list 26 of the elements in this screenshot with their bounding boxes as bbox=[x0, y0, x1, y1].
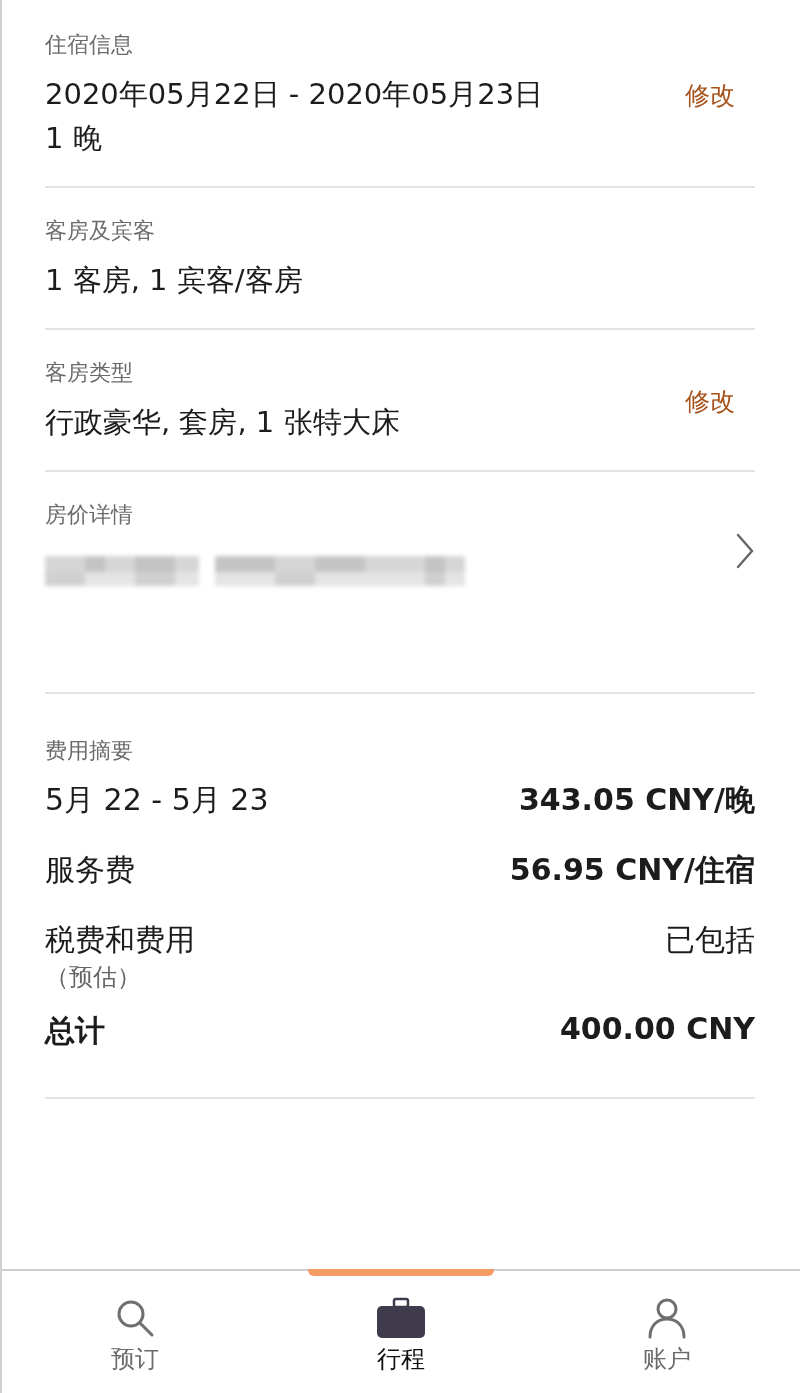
person-icon bbox=[646, 1297, 688, 1339]
chevron-right-icon[interactable] bbox=[735, 533, 755, 569]
nav-tab[interactable]: 账户 bbox=[534, 1271, 800, 1393]
nav-tab[interactable]: 预订 bbox=[2, 1271, 268, 1393]
section-label: 房价详情 bbox=[45, 501, 134, 529]
section-value: 1 晚 bbox=[45, 120, 103, 157]
fee-value: 343.05 CNY/晚 bbox=[519, 781, 755, 819]
section-value: 1 客房, 1 宾客/客房 bbox=[45, 262, 303, 299]
nav-tab[interactable]: 行程 bbox=[268, 1271, 534, 1393]
edit-link[interactable]: 修改 bbox=[685, 78, 735, 112]
section-label: 住宿信息 bbox=[45, 31, 134, 59]
section-label: 客房及宾客 bbox=[45, 217, 156, 245]
fee-label: 税费和费用 bbox=[45, 921, 195, 959]
section-value: 2020年05月22日 - 2020年05月23日 bbox=[45, 76, 544, 113]
briefcase-icon bbox=[376, 1297, 426, 1339]
total-value: 400.00 CNY bbox=[559, 1011, 755, 1046]
fee-value: 已包括 bbox=[665, 921, 755, 959]
fee-value: 56.95 CNY/住宿 bbox=[509, 851, 755, 889]
fee-note: （预估） bbox=[45, 962, 142, 993]
edit-link[interactable]: 修改 bbox=[685, 384, 735, 418]
fee-label: 5月 22 - 5月 23 bbox=[45, 781, 269, 819]
section-label: 客房类型 bbox=[45, 359, 134, 387]
section-value: 行政豪华, 套房, 1 张特大床 bbox=[45, 404, 400, 441]
fee-label: 服务费 bbox=[45, 851, 135, 889]
total-label: 总计 bbox=[45, 1012, 105, 1050]
section-label: 费用摘要 bbox=[45, 737, 134, 765]
